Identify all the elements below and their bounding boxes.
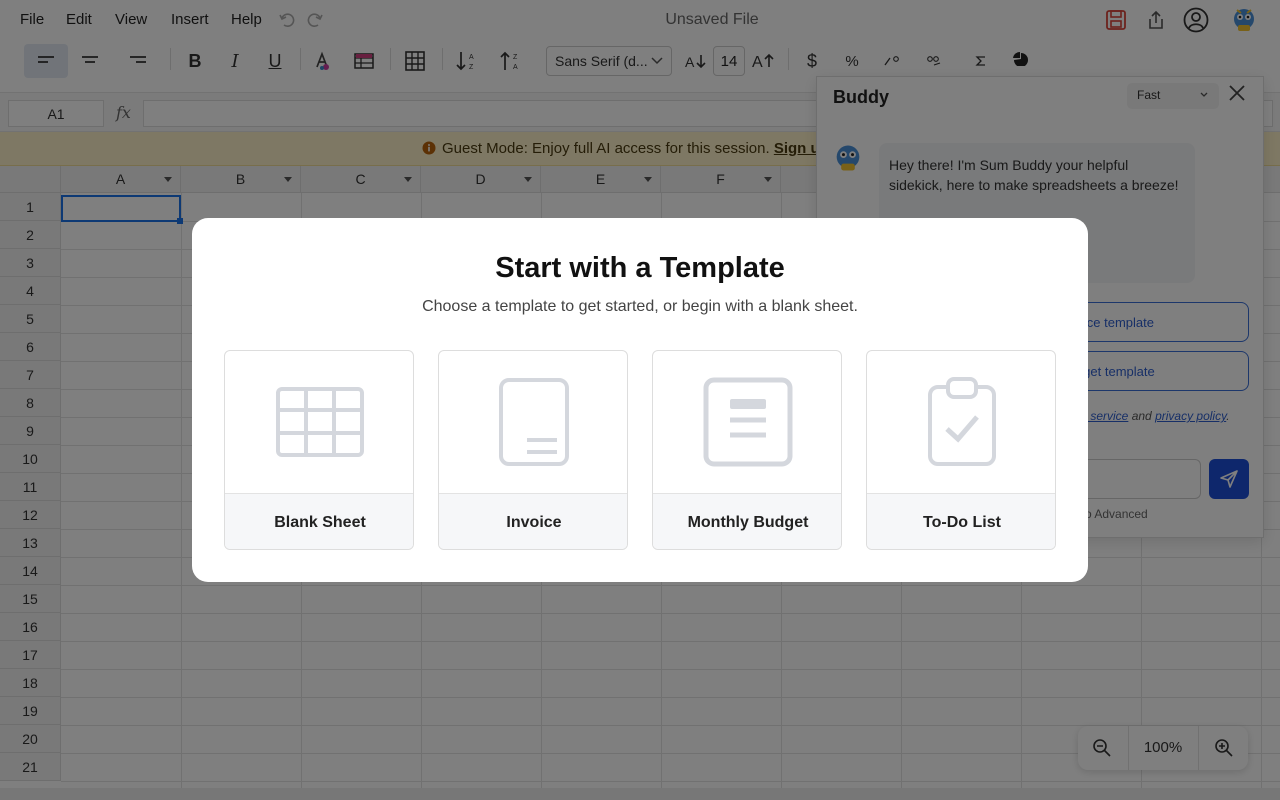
template-card-todo-list[interactable]: To-Do List — [866, 350, 1056, 550]
clipboard-check-icon — [928, 377, 996, 466]
template-card-blank-sheet[interactable]: Blank Sheet — [224, 350, 414, 550]
card-thumbnail — [225, 351, 413, 493]
card-thumbnail — [867, 351, 1055, 493]
card-thumbnail — [439, 351, 627, 493]
modal-title: Start with a Template — [495, 252, 785, 284]
card-thumbnail — [653, 351, 841, 493]
table-icon — [276, 387, 364, 457]
card-label: Invoice — [439, 493, 627, 549]
template-modal: Start with a Template Choose a template … — [192, 218, 1088, 582]
template-card-invoice[interactable]: Invoice — [438, 350, 628, 550]
modal-subtitle: Choose a template to get started, or beg… — [422, 298, 858, 315]
budget-icon — [703, 377, 793, 467]
template-card-monthly-budget[interactable]: Monthly Budget — [652, 350, 842, 550]
card-label: Blank Sheet — [225, 493, 413, 549]
document-icon — [499, 378, 569, 466]
card-label: To-Do List — [867, 493, 1055, 549]
card-label: Monthly Budget — [653, 493, 841, 549]
